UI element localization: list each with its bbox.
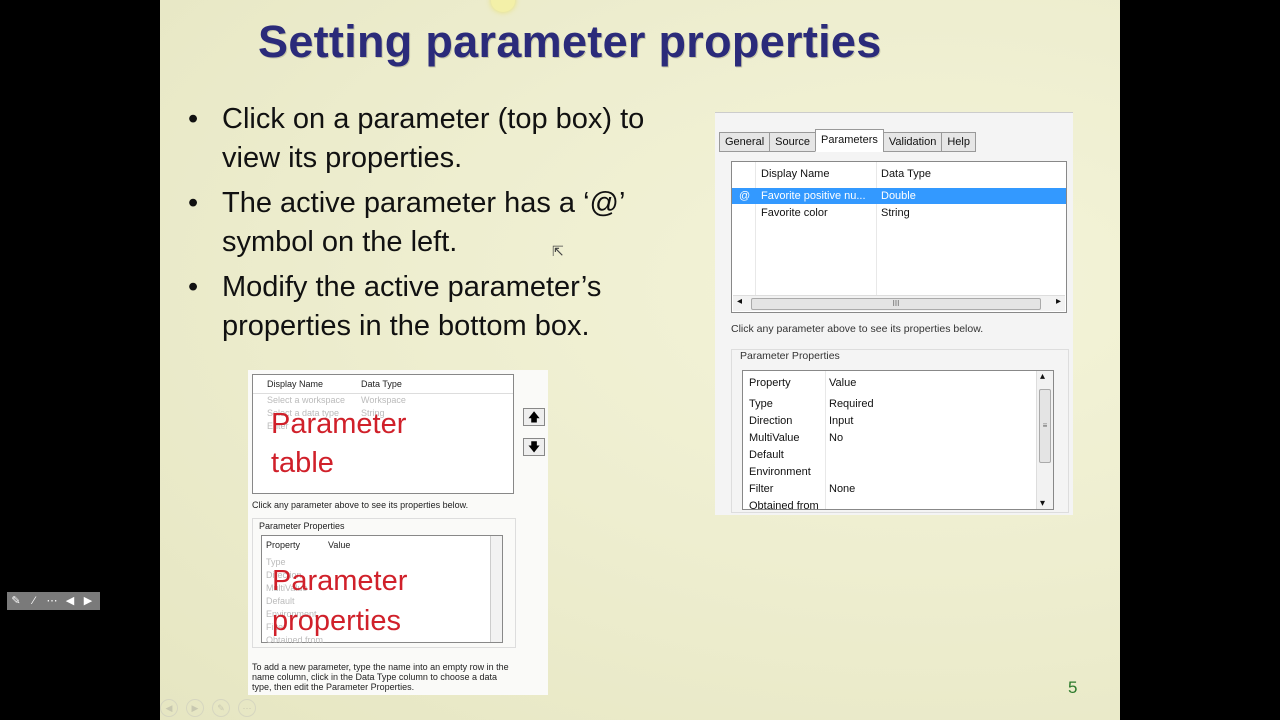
tab-bar: General Source Parameters Validation Help: [719, 129, 976, 152]
table-caption: Click any parameter above to see its pro…: [731, 323, 984, 335]
property-name: Filter: [749, 483, 774, 495]
properties-table[interactable]: Property Value Type Direction MultiValue…: [261, 535, 503, 645]
tool-properties-dialog: General Source Parameters Validation Help Di…: [715, 112, 1073, 515]
scroll-thumb[interactable]: III: [751, 298, 1041, 310]
group-label: Parameter Properties: [259, 521, 345, 531]
property-row[interactable]: Type Required: [743, 396, 1035, 413]
slide: Setting parameter properties Click on a …: [160, 0, 1120, 720]
tab-parameters[interactable]: Parameters: [815, 129, 884, 152]
bullet-item: Click on a parameter (top box) to view i…: [186, 100, 706, 178]
move-down-button[interactable]: 🡇: [523, 438, 545, 456]
param-name: Favorite positive nu...: [761, 190, 866, 202]
pen-icon[interactable]: ✎: [212, 699, 230, 717]
bullet-item: The active parameter has a ‘@’ symbol on…: [186, 184, 706, 262]
parameter-row-selected[interactable]: @ Favorite positive nu... Double: [732, 188, 1066, 204]
group-label: Parameter Properties: [740, 350, 840, 362]
pointer-icon[interactable]: ⁄: [25, 592, 43, 610]
row-type: Workspace: [361, 395, 406, 405]
property-row[interactable]: Direction Input: [743, 413, 1035, 430]
property-row[interactable]: Obtained from: [743, 498, 1035, 510]
col-value: Value: [829, 377, 857, 389]
property-value: Input: [829, 415, 854, 427]
property-row[interactable]: Default: [743, 447, 1035, 464]
properties-table[interactable]: Property Value Type Required Direction I…: [742, 370, 1054, 510]
pen-icon[interactable]: ✎: [7, 592, 25, 610]
property-row[interactable]: Environment: [743, 464, 1035, 481]
tab-help[interactable]: Help: [941, 132, 976, 152]
param-name: Favorite color: [761, 207, 828, 219]
vertical-scrollbar[interactable]: [490, 536, 502, 642]
col-property: Property: [749, 377, 791, 389]
property-name: MultiValue: [749, 432, 800, 444]
horizontal-scrollbar[interactable]: ◂ III ▸: [733, 295, 1065, 311]
grid-line: [876, 162, 877, 296]
parameter-row[interactable]: Favorite color String: [732, 205, 1066, 221]
prev-icon[interactable]: ◀: [61, 592, 79, 610]
table-header: Property Value: [743, 375, 1035, 392]
slide-nav-hint: ◀ ▶ ✎ ⋯: [160, 698, 264, 717]
property-value: No: [829, 432, 844, 444]
row-name: Select a workspace: [267, 395, 346, 405]
param-type: Double: [881, 190, 916, 202]
scroll-right-icon[interactable]: ▸: [1056, 296, 1061, 307]
parameter-properties-group: Parameter Properties Property Value Type…: [252, 518, 516, 648]
page-number: 5: [1068, 678, 1078, 697]
property-name: Environment: [749, 466, 811, 478]
overlay-label: properties: [272, 605, 401, 637]
property-value: Required: [829, 398, 874, 410]
col-data-type: Data Type: [881, 168, 931, 180]
mouse-cursor-icon: ⇱: [552, 243, 564, 259]
property-name: Obtained from: [749, 500, 819, 510]
prev-icon[interactable]: ◀: [160, 699, 178, 717]
tab-source[interactable]: Source: [769, 132, 816, 152]
scroll-thumb[interactable]: ≡: [1039, 389, 1051, 463]
property-row[interactable]: Filter None: [743, 481, 1035, 498]
property-row[interactable]: MultiValue No: [743, 430, 1035, 447]
tab-validation[interactable]: Validation: [882, 132, 943, 152]
presenter-toolbar: ✎ ⁄ ⋯ ◀ ▶: [7, 592, 100, 610]
scroll-down-icon[interactable]: ▾: [1040, 498, 1045, 509]
next-icon[interactable]: ▶: [186, 699, 204, 717]
parameter-table[interactable]: Display Name Data Type @ Favorite positi…: [731, 161, 1067, 313]
parameter-table[interactable]: Display Name Data Type Select a workspac…: [252, 374, 514, 494]
active-marker: @: [739, 190, 751, 202]
move-up-button[interactable]: 🡅: [523, 408, 545, 426]
col-data-type: Data Type: [361, 379, 402, 389]
overlay-label: table: [271, 447, 334, 479]
overlay-label: Parameter: [272, 565, 408, 597]
overlay-label: Parameter: [271, 408, 407, 440]
next-icon[interactable]: ▶: [79, 592, 97, 610]
table-caption: Click any parameter above to see its pro…: [252, 500, 469, 510]
col-value: Value: [328, 540, 351, 550]
menu-icon[interactable]: ⋯: [238, 699, 256, 717]
parameter-properties-group: Parameter Properties Property Value Type…: [731, 349, 1069, 513]
col-display-name: Display Name: [267, 379, 324, 389]
col-property: Property: [266, 540, 301, 550]
table-header: Display Name Data Type: [253, 375, 513, 394]
menu-icon[interactable]: ⋯: [43, 592, 61, 610]
parameter-table-screenshot: Display Name Data Type Select a workspac…: [248, 370, 548, 695]
bullet-list: Click on a parameter (top box) to view i…: [186, 100, 706, 352]
property-value: None: [829, 483, 856, 495]
col-display-name: Display Name: [761, 168, 830, 180]
help-footer: To add a new parameter, type the name in…: [252, 662, 509, 692]
vertical-scrollbar[interactable]: ▴ ≡ ▾: [1036, 371, 1053, 509]
scroll-left-icon[interactable]: ◂: [737, 296, 742, 307]
param-type: String: [881, 207, 910, 219]
bullet-item: Modify the active parameter’s properties…: [186, 268, 706, 346]
slide-title: Setting parameter properties: [258, 16, 882, 67]
scroll-up-icon[interactable]: ▴: [1040, 371, 1045, 382]
grid-line: [755, 162, 756, 296]
property-name: Default: [749, 449, 784, 461]
tab-general[interactable]: General: [719, 132, 771, 152]
sun-decoration: [491, 0, 515, 12]
property-name: Type: [749, 398, 773, 410]
table-header: Display Name Data Type: [732, 166, 1066, 182]
property-name: Direction: [749, 415, 793, 427]
